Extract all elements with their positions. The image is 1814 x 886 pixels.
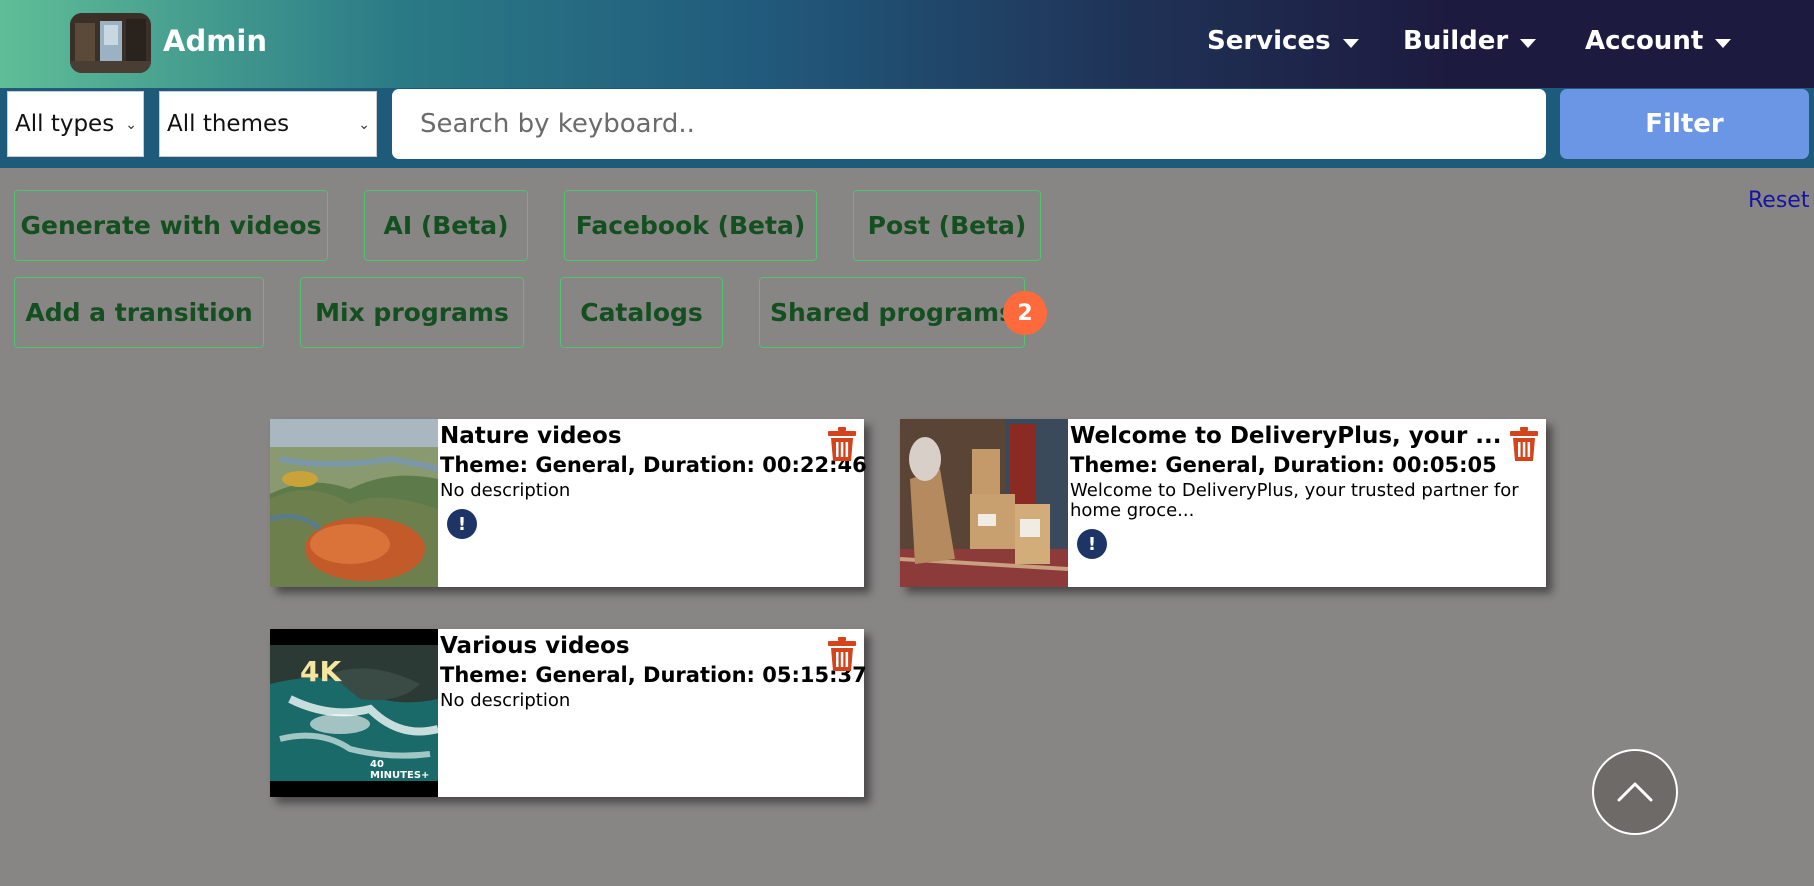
program-meta: Theme: General, Duration: 00:22:46 bbox=[440, 453, 867, 477]
add-transition-button[interactable]: Add a transition bbox=[14, 277, 264, 348]
brand-title[interactable]: Admin bbox=[163, 24, 267, 58]
delivery-boxes-image[interactable] bbox=[900, 419, 1068, 587]
facebook-beta-button[interactable]: Facebook (Beta) bbox=[564, 190, 817, 261]
thumb-4k-label: 4K bbox=[300, 655, 342, 688]
theme-select-value: All themes bbox=[167, 111, 290, 137]
brand-logo-image[interactable] bbox=[70, 13, 151, 73]
program-title[interactable]: Nature videos bbox=[440, 423, 622, 449]
info-icon[interactable]: ! bbox=[1077, 529, 1107, 559]
shared-programs-count-badge: 2 bbox=[1003, 291, 1047, 335]
trash-icon[interactable] bbox=[828, 427, 856, 461]
nav-builder[interactable]: Builder bbox=[1403, 26, 1537, 56]
nav-account-label: Account bbox=[1585, 26, 1704, 56]
top-navbar: Admin Services Builder Account bbox=[0, 0, 1814, 88]
type-select[interactable]: All types ⌄ bbox=[7, 91, 144, 157]
shared-programs-button[interactable]: Shared programs bbox=[759, 277, 1025, 348]
trash-icon[interactable] bbox=[828, 637, 856, 671]
program-card[interactable]: Welcome to DeliveryPlus, your ... Theme:… bbox=[900, 419, 1546, 587]
chevron-up-icon bbox=[1617, 782, 1653, 802]
ai-beta-button[interactable]: AI (Beta) bbox=[364, 190, 528, 261]
catalogs-button[interactable]: Catalogs bbox=[560, 277, 723, 348]
filter-button[interactable]: Filter bbox=[1560, 89, 1809, 159]
nav-services-label: Services bbox=[1207, 26, 1331, 56]
ocean-rocks-4k-image[interactable]: 4K 40 MINUTES+ bbox=[270, 629, 438, 797]
program-card[interactable]: Nature videos Theme: General, Duration: … bbox=[270, 419, 867, 587]
caret-down-icon bbox=[1520, 38, 1537, 48]
generate-with-videos-button[interactable]: Generate with videos bbox=[14, 190, 328, 261]
thumb-minutes-label: 40 MINUTES+ bbox=[370, 759, 430, 781]
program-description: No description bbox=[440, 480, 571, 501]
caret-down-icon bbox=[1342, 38, 1359, 48]
search-input[interactable]: Search by keyboard.. bbox=[392, 89, 1546, 159]
chevron-down-icon: ⌄ bbox=[125, 117, 137, 133]
program-meta: Theme: General, Duration: 00:05:05 bbox=[1070, 453, 1497, 477]
scroll-to-top-button[interactable] bbox=[1592, 749, 1678, 835]
reset-link[interactable]: Reset bbox=[1748, 188, 1809, 213]
caret-down-icon bbox=[1715, 38, 1732, 48]
nav-builder-label: Builder bbox=[1403, 26, 1509, 56]
mix-programs-button[interactable]: Mix programs bbox=[300, 277, 524, 348]
program-meta: Theme: General, Duration: 05:15:37 bbox=[440, 663, 867, 687]
nav-services[interactable]: Services bbox=[1207, 26, 1359, 56]
program-title[interactable]: Welcome to DeliveryPlus, your ... bbox=[1070, 423, 1502, 449]
chevron-down-icon: ⌄ bbox=[358, 117, 370, 133]
aerial-wetland-image[interactable] bbox=[270, 419, 438, 587]
search-placeholder: Search by keyboard.. bbox=[420, 109, 695, 139]
trash-icon[interactable] bbox=[1510, 427, 1538, 461]
program-card[interactable]: 4K 40 MINUTES+ Various videos Theme: Gen… bbox=[270, 629, 867, 797]
nav-account[interactable]: Account bbox=[1585, 26, 1732, 56]
post-beta-button[interactable]: Post (Beta) bbox=[853, 190, 1041, 261]
theme-select[interactable]: All themes ⌄ bbox=[159, 91, 377, 157]
program-title[interactable]: Various videos bbox=[440, 633, 630, 659]
info-icon[interactable]: ! bbox=[447, 509, 477, 539]
type-select-value: All types bbox=[15, 111, 115, 137]
program-description: No description bbox=[440, 690, 571, 711]
program-description: Welcome to DeliveryPlus, your trusted pa… bbox=[1070, 480, 1519, 521]
